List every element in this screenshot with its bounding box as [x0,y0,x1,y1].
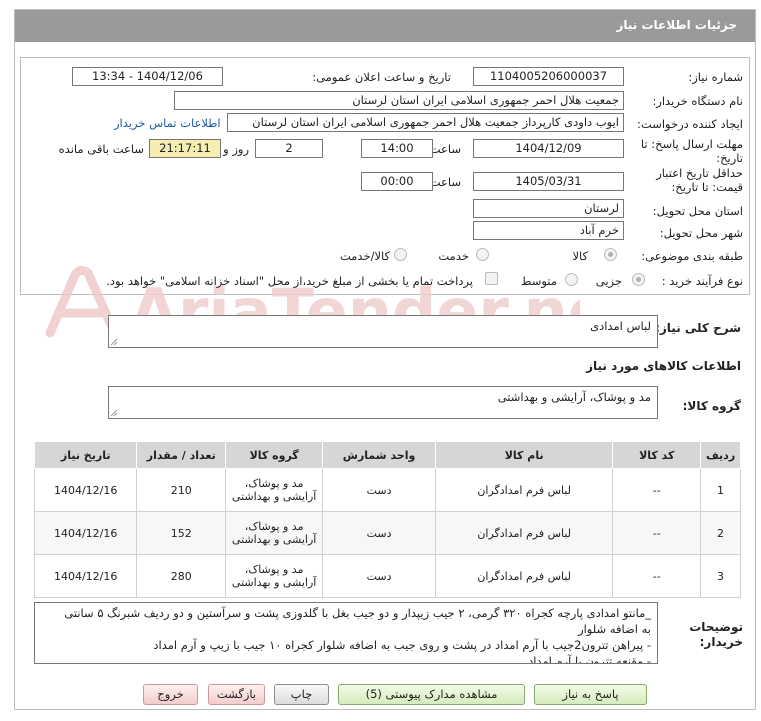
table-row[interactable]: 2 -- لباس فرم امدادگران دست مد و پوشاک، … [33,511,741,555]
col-header-need-date: تاریخ نیاز [33,441,138,469]
page-title: جزئیات اطلاعات نیاز [616,18,737,32]
category-option-goods-service: کالا/خدمت [339,249,390,263]
remaining-time-label: ساعت باقی مانده [58,142,144,156]
category-radio-service[interactable] [476,248,489,261]
cell-item-name: لباس فرم امدادگران [434,554,614,598]
need-number-field[interactable]: 1104005206000037 [473,67,624,86]
treasury-bonds-text: پرداخت تمام یا بخشی از مبلغ خرید،از محل … [106,274,473,288]
print-button[interactable]: چاپ [274,684,329,705]
cell-item-name: لباس فرم امدادگران [434,468,614,512]
goods-group-textarea[interactable]: مد و پوشاک، آرایشی و بهداشتی [108,386,658,419]
resize-grip-icon[interactable] [110,409,118,417]
cell-quantity: 152 [136,511,227,555]
cell-unit: دست [322,511,436,555]
cell-group: مد و پوشاک، آرایشی و بهداشتی [225,554,324,598]
col-header-row-number: ردیف [700,441,741,469]
city-label: شهر محل تحویل: [659,226,743,240]
province-field[interactable]: لرستان [473,199,624,218]
summary-textarea[interactable]: لباس امدادی [108,315,658,348]
cell-row-number: 1 [700,468,741,512]
cell-need-date: 1404/12/16 [33,468,138,512]
deadline-days-field[interactable]: 2 [255,139,323,158]
reply-button[interactable]: پاسخ به نیاز [534,684,647,705]
buyer-contact-link[interactable]: اطلاعات تماس خریدار [114,116,221,130]
back-button[interactable]: بازگشت [208,684,265,705]
summary-label: شرح کلی نیاز: [655,321,741,335]
treasury-bonds-checkbox[interactable] [485,272,498,285]
summary-text: لباس امدادی [590,319,651,333]
buyer-notes-label: توضیحات خریدار: [689,620,743,649]
announce-datetime-field[interactable]: 1404/12/06 - 13:34 [72,67,223,86]
category-option-service: خدمت [438,249,469,263]
requester-field[interactable]: ایوب داودی کارپرداز جمعیت هلال احمر جمهو… [227,113,624,132]
price-validity-label: حداقل تاریخ اعتبار قیمت: تا تاریخ: [656,166,743,194]
process-option-medium: متوسط [520,274,557,288]
table-row[interactable]: 1 -- لباس فرم امدادگران دست مد و پوشاک، … [33,468,741,512]
deadline-label: مهلت ارسال پاسخ: تا تاریخ: [640,137,743,165]
category-radio-goods[interactable] [604,248,617,261]
col-header-quantity: تعداد / مقدار [136,441,227,469]
col-header-group: گروه کالا [225,441,324,469]
table-row[interactable]: 3 -- لباس فرم امدادگران دست مد و پوشاک، … [33,554,741,598]
requester-label: ایجاد کننده درخواست: [637,117,743,131]
cell-quantity: 280 [136,554,227,598]
city-field[interactable]: خرم آباد [473,221,624,240]
cell-quantity: 210 [136,468,227,512]
remaining-time-field: 21:17:11 [149,139,221,158]
deadline-time-label: ساعت [429,142,461,156]
cell-row-number: 3 [700,554,741,598]
cell-item-code: -- [612,554,702,598]
buyer-notes-line: _مانتو امدادی پارچه کجراه ۳۲۰ گرمی، ۲ جی… [64,606,651,620]
process-type-label: نوع فرآیند خرید : [661,274,743,288]
buyer-notes-line: - مقنعه تترون با آرم امداد [528,654,651,664]
process-option-minor: جزیی [595,274,622,288]
resize-grip-icon[interactable] [110,338,118,346]
price-validity-time-field[interactable]: 00:00 [361,172,433,191]
goods-group-text: مد و پوشاک، آرایشی و بهداشتی [497,390,651,404]
goods-group-label: گروه کالا: [682,399,741,413]
buyer-notes-line: - پیراهن تترون2جیب با آرم امداد در پشت و… [153,638,651,652]
cell-need-date: 1404/12/16 [33,554,138,598]
price-validity-time-label: ساعت [429,175,461,189]
page-header: جزئیات اطلاعات نیاز [15,10,755,42]
col-header-item-code: کد کالا [612,441,702,469]
cell-need-date: 1404/12/16 [33,511,138,555]
cell-row-number: 2 [700,511,741,555]
cell-item-code: -- [612,511,702,555]
process-radio-medium[interactable] [565,273,578,286]
deadline-time-field[interactable]: 14:00 [361,139,433,158]
cell-group: مد و پوشاک، آرایشی و بهداشتی [225,511,324,555]
items-table: ردیف کد کالا نام کالا واحد شمارش گروه کا… [33,441,741,598]
goods-info-title: اطلاعات کالاهای مورد نیاز [586,359,741,373]
exit-button[interactable]: خروج [143,684,198,705]
buyer-org-label: نام دستگاه خریدار: [652,94,743,108]
cell-unit: دست [322,468,436,512]
cell-group: مد و پوشاک، آرایشی و بهداشتی [225,468,324,512]
deadline-days-label: روز و [223,142,249,156]
category-label: طبقه بندی موضوعی: [641,249,743,263]
col-header-unit: واحد شمارش [322,441,436,469]
category-radio-goods-service[interactable] [394,248,407,261]
cell-unit: دست [322,554,436,598]
buyer-org-field[interactable]: جمعیت هلال احمر جمهوری اسلامی ایران استا… [174,91,624,110]
province-label: استان محل تحویل: [652,204,743,218]
deadline-date-field[interactable]: 1404/12/09 [473,139,624,158]
cell-item-code: -- [612,468,702,512]
buyer-notes-box[interactable]: _مانتو امدادی پارچه کجراه ۳۲۰ گرمی، ۲ جی… [34,602,658,664]
category-option-goods: کالا [572,249,588,263]
process-radio-minor[interactable] [632,273,645,286]
buyer-notes-line: به اضافه شلوار [578,622,651,636]
need-number-label: شماره نیاز: [688,70,743,84]
col-header-item-name: نام کالا [434,441,614,469]
view-attachments-button[interactable]: مشاهده مدارک پیوستی (5) [338,684,525,705]
table-header-row: ردیف کد کالا نام کالا واحد شمارش گروه کا… [33,441,741,469]
price-validity-date-field[interactable]: 1405/03/31 [473,172,624,191]
announce-datetime-label: تاریخ و ساعت اعلان عمومی: [312,70,451,84]
cell-item-name: لباس فرم امدادگران [434,511,614,555]
